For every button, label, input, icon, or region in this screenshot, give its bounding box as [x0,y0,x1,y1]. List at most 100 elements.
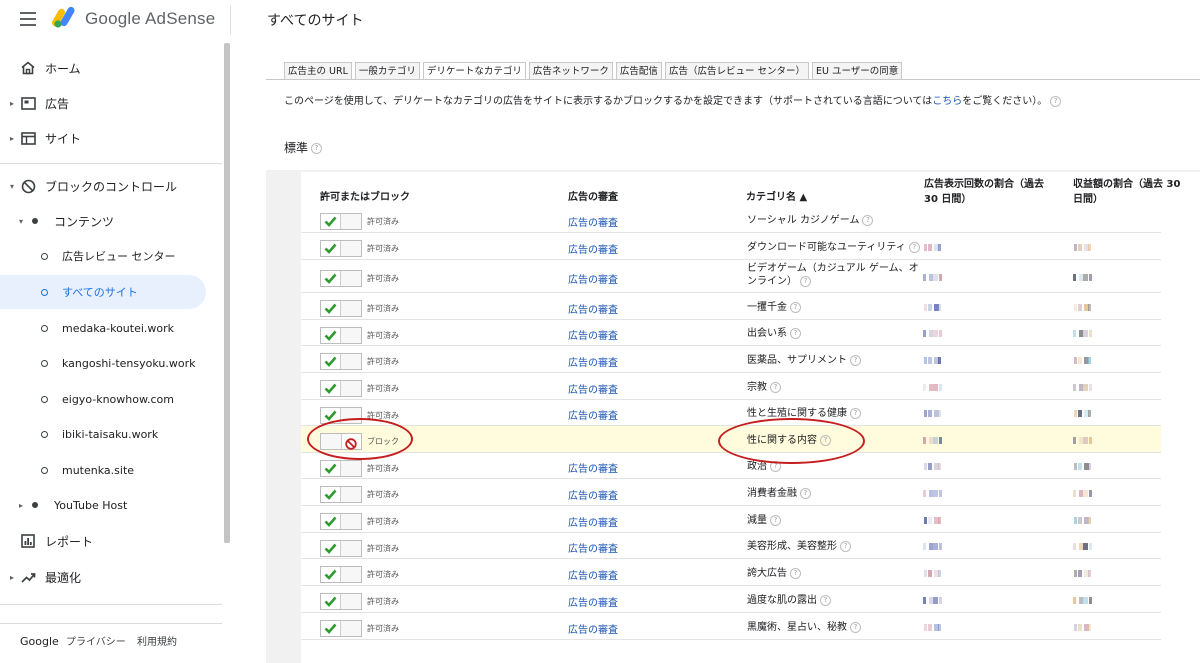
blur-pixel [939,330,942,337]
help-icon[interactable]: ? [820,594,831,606]
ad-review-link[interactable]: 広告の審査 [568,271,618,286]
blur-pixel [1078,244,1082,251]
sidebar-item-blocking-controls[interactable]: ▾ ブロックのコントロール [0,169,222,203]
help-icon[interactable]: ? [840,540,851,552]
allow-block-toggle[interactable] [320,327,362,344]
checkmark-icon [321,241,340,256]
help-icon[interactable]: ? [800,275,811,287]
ad-review-link[interactable]: 広告の審査 [568,594,618,609]
blur-pixel [933,437,938,444]
help-icon[interactable]: ? [770,514,781,526]
ad-review-link[interactable]: 広告の審査 [568,214,618,229]
caret-down-icon: ▾ [10,181,15,191]
tab-ad-serving[interactable]: 広告配信 [615,62,662,79]
tab-ad-review-center[interactable]: 広告（広告レビュー センター） [664,62,809,79]
menu-icon[interactable] [20,12,36,26]
sidebar-scrollbar[interactable] [224,43,230,543]
allow-block-toggle[interactable] [320,540,362,557]
blur-pixel [1074,304,1077,311]
checkmark-icon [321,514,340,529]
privacy-link[interactable]: プライバシー [66,637,126,648]
help-icon[interactable]: ? [770,381,781,393]
sidebar-item-ads[interactable]: ▸ 広告 [0,86,222,120]
blur-pixel [933,543,938,550]
ad-review-link[interactable]: 広告の審査 [568,327,618,342]
allow-block-toggle[interactable] [320,270,362,287]
blur-pixel [928,570,932,577]
ad-review-link[interactable]: 広告の審査 [568,381,618,396]
help-icon[interactable]: ? [790,301,801,313]
blur-pixel [928,244,932,251]
checkmark-icon [321,594,340,609]
table-row: 許可済み 広告の審査 一攫千金? [301,293,1161,320]
languages-link[interactable]: こちら [932,96,962,107]
blur-pixel [924,357,927,364]
help-icon[interactable]: ? [908,241,920,253]
ad-review-link[interactable]: 広告の審査 [568,621,618,636]
blur-pixel [1078,624,1082,631]
allow-block-toggle[interactable] [320,380,362,397]
help-icon[interactable]: ? [862,214,874,226]
allow-block-toggle[interactable] [320,240,362,257]
sidebar-item-sites[interactable]: ▸ サイト [0,121,222,155]
help-icon[interactable]: ? [1050,95,1062,107]
tab-advertiser-url[interactable]: 広告主の URL [284,62,352,79]
column-header-impressions[interactable]: 広告表示回数の割合（過去 30 日間） [924,177,1059,207]
sidebar-item-site[interactable]: medaka-koutei.work [0,311,222,345]
sidebar-item-reports[interactable]: レポート [0,524,222,558]
sidebar-item-ad-review-center[interactable]: 広告レビュー センター [0,239,222,273]
tab-ad-networks[interactable]: 広告ネットワーク [528,62,613,79]
sidebar-item-all-sites[interactable]: すべてのサイト [0,275,206,309]
allow-block-toggle[interactable] [320,566,362,583]
ad-review-link[interactable]: 広告の審査 [568,241,618,256]
ad-review-link[interactable]: 広告の審査 [568,354,618,369]
allow-block-toggle[interactable] [320,300,362,317]
sidebar-item-optimization[interactable]: ▸ 最適化 [0,560,222,594]
column-header-category[interactable]: カテゴリ名 ▲ [746,190,807,205]
allow-block-toggle[interactable] [320,620,362,637]
help-icon[interactable]: ? [850,407,861,419]
ad-review-link[interactable]: 広告の審査 [568,407,618,422]
sidebar-item-site[interactable]: mutenka.site [0,453,222,487]
ad-review-link[interactable]: 広告の審査 [568,514,618,529]
tab-sensitive-categories[interactable]: デリケートなカテゴリ [422,62,526,79]
page-description: このページを使用して、デリケートなカテゴリの広告をサイトに表示するかブロックする… [284,92,1062,107]
ad-review-link[interactable]: 広告の審査 [568,487,618,502]
allow-block-toggle[interactable] [320,353,362,370]
caret-down-icon: ▾ [19,216,24,226]
caret-right-icon: ▸ [19,500,24,510]
blur-pixel [1089,274,1092,281]
help-icon[interactable]: ? [850,621,861,633]
blur-pixel [924,570,927,577]
allow-block-toggle[interactable] [320,460,362,477]
help-icon[interactable]: ? [800,487,811,499]
help-icon[interactable]: ? [850,354,861,366]
sidebar-item-content[interactable]: ▾ コンテンツ [0,204,222,238]
help-icon[interactable]: ? [790,327,801,339]
sidebar-item-site[interactable]: ibiki-taisaku.work [0,417,222,451]
category-name: ダウンロード可能なユーティリティ? [747,241,922,254]
allow-block-toggle[interactable] [320,593,362,610]
allow-block-toggle[interactable] [320,513,362,530]
ad-review-link[interactable]: 広告の審査 [568,567,618,582]
checkmark-icon [321,621,340,636]
ad-review-link[interactable]: 広告の審査 [568,301,618,316]
ad-review-link[interactable]: 広告の審査 [568,540,618,555]
help-icon[interactable]: ? [311,143,323,154]
allow-block-toggle[interactable] [320,213,362,230]
column-header-earnings[interactable]: 収益額の割合（過去 30 日間） [1073,177,1183,207]
allow-state-label: 許可済み [367,357,399,366]
blur-pixel [928,410,932,417]
blur-pixel [1089,490,1092,497]
sidebar-item-site[interactable]: eigyo-knowhow.com [0,382,222,416]
help-icon[interactable]: ? [790,567,801,579]
tab-eu-user-consent[interactable]: EU ユーザーの同意 [811,62,903,79]
allow-block-toggle[interactable] [320,486,362,503]
blur-pixel [1089,437,1092,444]
tab-general-categories[interactable]: 一般カテゴリ [354,62,420,79]
ad-review-link[interactable]: 広告の審査 [568,460,618,475]
terms-link[interactable]: 利用規約 [137,637,177,648]
sidebar-item-home[interactable]: ホーム [0,51,222,85]
sidebar-item-youtube-host[interactable]: ▸ YouTube Host [0,488,222,522]
sidebar-item-site[interactable]: kangoshi-tensyoku.work [0,346,222,380]
